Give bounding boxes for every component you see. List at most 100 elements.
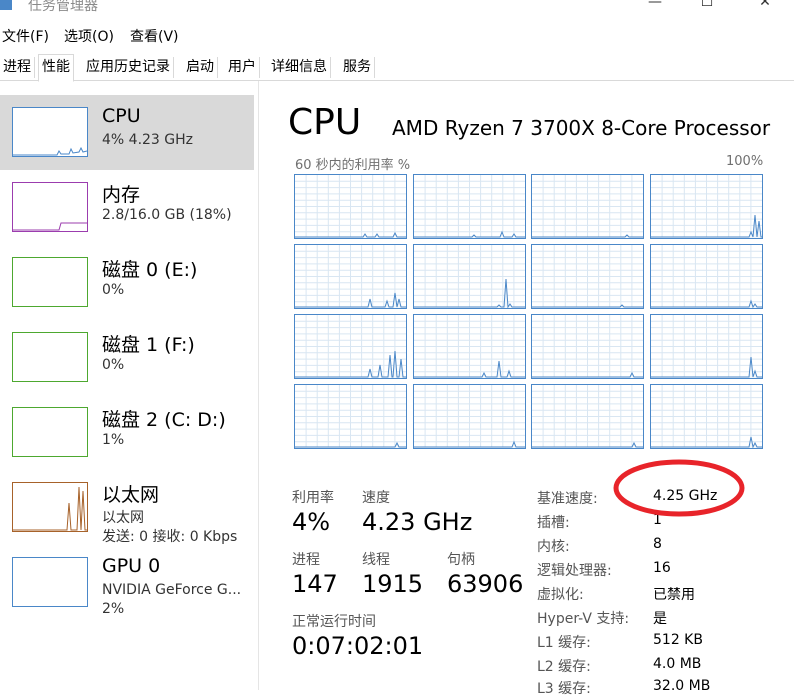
detail-title: CPU	[288, 102, 362, 143]
spec-key: 内核:	[537, 539, 570, 555]
spec-key: 逻辑处理器:	[537, 563, 612, 579]
disk-2-thumbnail-graph	[12, 407, 88, 457]
resource-detail: 0%	[102, 282, 125, 298]
logical-processor-graph	[531, 244, 644, 309]
threads-value: 1915	[362, 570, 424, 598]
resource-detail: 0%	[102, 357, 125, 373]
tab-startup[interactable]: 启动	[183, 57, 218, 78]
disk-0-thumbnail-graph	[12, 257, 88, 307]
resource-detail: 4% 4.23 GHz	[102, 132, 194, 148]
resource-detail: NVIDIA GeForce G...	[102, 582, 242, 598]
red-highlight-ellipse	[613, 459, 745, 517]
tab-app-history[interactable]: 应用历史记录	[83, 57, 174, 78]
resource-name: 磁盘 2 (C: D:)	[102, 409, 226, 431]
spec-value: 4.0 MB	[653, 656, 702, 672]
logical-processor-graph	[649, 244, 763, 309]
resource-name: 以太网	[102, 484, 160, 506]
close-button[interactable]: ✕	[750, 0, 780, 14]
resource-disk-2[interactable]: 磁盘 2 (C: D:) 1%	[0, 395, 254, 470]
resource-name: 内存	[102, 184, 141, 206]
tab-bar: 进程 性能 应用历史记录 启动 用户 详细信息 服务	[0, 54, 794, 82]
resource-gpu-0[interactable]: GPU 0 NVIDIA GeForce G... 2%	[0, 545, 254, 620]
memory-thumbnail-graph	[12, 182, 88, 232]
tab-users[interactable]: 用户	[225, 57, 260, 78]
disk-1-thumbnail-graph	[12, 332, 88, 382]
logical-processor-graph	[531, 174, 644, 239]
spec-value: 8	[653, 536, 662, 552]
speed-value: 4.23 GHz	[362, 508, 473, 536]
spec-key: L3 缓存:	[537, 681, 591, 697]
logical-processor-graph	[412, 314, 526, 379]
spec-value: 是	[653, 611, 667, 627]
minimize-button[interactable]: —	[640, 0, 670, 14]
panel-divider[interactable]	[258, 81, 259, 690]
logical-processor-graph	[649, 384, 763, 449]
resource-detail: 2.8/16.0 GB (18%)	[102, 207, 232, 223]
menu-view[interactable]: 查看(V)	[130, 26, 179, 46]
processes-label: 进程	[292, 552, 320, 568]
spec-value: 32.0 MB	[653, 678, 711, 694]
handles-label: 句柄	[447, 552, 475, 568]
spec-value: 已禁用	[653, 587, 695, 603]
threads-label: 线程	[362, 552, 390, 568]
spec-key: L2 缓存:	[537, 659, 591, 675]
menu-options[interactable]: 选项(O)	[64, 26, 114, 46]
resource-list: CPU 4% 4.23 GHz 内存 2.8/16.0 GB (18%) 磁盘 …	[0, 81, 258, 690]
spec-key: Hyper-V 支持:	[537, 611, 630, 627]
logical-processor-graph	[294, 244, 407, 309]
resource-detail: 1%	[102, 432, 125, 448]
uptime-label: 正常运行时间	[292, 614, 376, 630]
logical-processor-graph	[294, 384, 407, 449]
resource-disk-1[interactable]: 磁盘 1 (F:) 0%	[0, 320, 254, 395]
spec-key: 插槽:	[537, 515, 570, 531]
resource-ethernet[interactable]: 以太网 以太网 发送: 0 接收: 0 Kbps	[0, 470, 254, 545]
handles-value: 63906	[447, 570, 524, 598]
resource-name: 磁盘 0 (E:)	[102, 259, 198, 281]
spec-value: 512 KB	[653, 632, 703, 648]
logical-processor-graph	[412, 174, 526, 239]
utilization-value: 4%	[292, 508, 331, 536]
ethernet-thumbnail-graph	[12, 482, 88, 532]
resource-name: 磁盘 1 (F:)	[102, 334, 195, 356]
logical-processor-graph	[649, 314, 763, 379]
menu-file[interactable]: 文件(F)	[2, 26, 49, 46]
resource-detail: 以太网	[102, 510, 144, 526]
resource-name: GPU 0	[102, 555, 161, 577]
tab-details[interactable]: 详细信息	[268, 57, 331, 78]
spec-key: L1 缓存:	[537, 635, 591, 651]
menu-bar: 文件(F) 选项(O) 查看(V)	[0, 26, 794, 48]
graph-max-label: 100%	[726, 154, 764, 169]
logical-processor-graphs[interactable]	[294, 174, 764, 454]
spec-key: 基准速度:	[537, 491, 598, 507]
maximize-button[interactable]: ☐	[692, 0, 722, 14]
resource-name: CPU	[102, 105, 141, 127]
window-title: 任务管理器	[28, 0, 98, 14]
processor-model: AMD Ryzen 7 3700X 8-Core Processor	[392, 116, 771, 140]
resource-detail-secondary: 发送: 0 接收: 0 Kbps	[102, 529, 238, 545]
spec-value: 16	[653, 560, 671, 576]
logical-processor-graph	[531, 384, 644, 449]
uptime-value: 0:07:02:01	[292, 632, 424, 660]
resource-detail-secondary: 2%	[102, 601, 125, 617]
spec-key: 虚拟化:	[537, 587, 584, 603]
gpu-0-thumbnail-graph	[12, 557, 88, 607]
tab-services[interactable]: 服务	[340, 57, 375, 78]
logical-processor-graph	[649, 174, 763, 239]
processes-value: 147	[292, 570, 338, 598]
tab-performance[interactable]: 性能	[38, 54, 74, 82]
logical-processor-graph	[412, 244, 526, 309]
resource-disk-0[interactable]: 磁盘 0 (E:) 0%	[0, 245, 254, 320]
cpu-thumbnail-graph	[12, 107, 88, 157]
logical-processor-graph	[294, 314, 407, 379]
utilization-label: 利用率	[292, 490, 334, 506]
task-manager-icon	[0, 0, 12, 10]
resource-memory[interactable]: 内存 2.8/16.0 GB (18%)	[0, 170, 254, 245]
graph-caption: 60 秒内的利用率 %	[295, 158, 411, 173]
title-bar: 任务管理器 — ☐ ✕	[0, 0, 794, 16]
logical-processor-graph	[531, 314, 644, 379]
logical-processor-graph	[412, 384, 526, 449]
logical-processor-graph	[294, 174, 407, 239]
speed-label: 速度	[362, 490, 390, 506]
tab-processes[interactable]: 进程	[0, 57, 35, 78]
resource-cpu[interactable]: CPU 4% 4.23 GHz	[0, 95, 254, 170]
